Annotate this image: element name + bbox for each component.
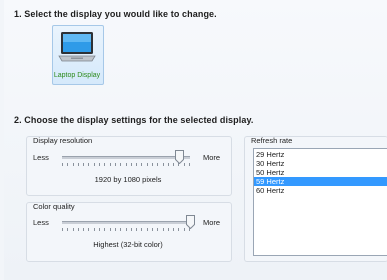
refresh-option-60[interactable]: 60 Hertz (254, 186, 387, 195)
color-quality-value: Highest (32-bit color) (93, 240, 163, 249)
slider-tick (83, 163, 84, 166)
refresh-option-30[interactable]: 30 Hertz (254, 159, 387, 168)
color-quality-title: Color quality (33, 202, 75, 211)
color-less-label: Less (33, 218, 49, 227)
slider-tick (115, 163, 116, 166)
slider-tick (104, 163, 105, 166)
color-slider-track[interactable] (62, 221, 190, 224)
slider-tick (88, 163, 89, 166)
slider-tick (168, 163, 169, 166)
section-1-heading: 1. Select the display you would like to … (14, 9, 217, 19)
slider-tick (136, 163, 137, 166)
slider-tick (110, 163, 111, 166)
slider-tick (141, 228, 142, 231)
slider-tick (67, 228, 68, 231)
slider-tick (157, 228, 158, 231)
slider-tick (62, 163, 63, 166)
slider-tick (168, 228, 169, 231)
slider-tick (83, 228, 84, 231)
slider-tick (78, 163, 79, 166)
slider-tick (141, 163, 142, 166)
slider-tick (88, 228, 89, 231)
slider-tick (104, 228, 105, 231)
slider-tick (152, 163, 153, 166)
resolution-group: Display resolution (26, 136, 232, 196)
color-slider-ticks (62, 228, 190, 231)
section-2-heading: 2. Choose the display settings for the s… (14, 115, 254, 125)
resolution-less-label: Less (33, 153, 49, 162)
resolution-more-label: More (203, 153, 221, 162)
refresh-rate-list[interactable]: 29 Hertz 30 Hertz 50 Hertz 59 Hertz 60 H… (253, 148, 387, 256)
slider-tick (110, 228, 111, 231)
slider-tick (120, 163, 121, 166)
slider-tick (115, 228, 116, 231)
color-more-label: More (203, 218, 221, 227)
slider-tick (147, 228, 148, 231)
slider-tick (62, 228, 63, 231)
refresh-option-59[interactable]: 59 Hertz (254, 177, 387, 186)
slider-tick (131, 228, 132, 231)
refresh-option-50[interactable]: 50 Hertz (254, 168, 387, 177)
slider-tick (126, 163, 127, 166)
slider-tick (67, 163, 68, 166)
slider-tick (163, 228, 164, 231)
slider-tick (163, 163, 164, 166)
resolution-slider-thumb[interactable] (175, 150, 185, 164)
resolution-title: Display resolution (33, 136, 93, 145)
slider-tick (152, 228, 153, 231)
slider-tick (94, 228, 95, 231)
slider-tick (94, 163, 95, 166)
slider-tick (173, 228, 174, 231)
slider-tick (99, 163, 100, 166)
slider-tick (157, 163, 158, 166)
display-label: Laptop Display (53, 72, 101, 79)
refresh-rate-title: Refresh rate (251, 136, 293, 145)
slider-tick (99, 228, 100, 231)
slider-tick (136, 228, 137, 231)
color-quality-group: Color quality (26, 202, 232, 262)
laptop-icon (58, 32, 96, 62)
slider-tick (73, 228, 74, 231)
resolution-value: 1920 by 1080 pixels (94, 175, 162, 184)
slider-tick (126, 228, 127, 231)
slider-tick (189, 163, 190, 166)
refresh-option-29[interactable]: 29 Hertz (254, 150, 387, 159)
slider-tick (178, 228, 179, 231)
slider-tick (131, 163, 132, 166)
slider-tick (73, 163, 74, 166)
slider-tick (173, 163, 174, 166)
slider-tick (147, 163, 148, 166)
slider-tick (78, 228, 79, 231)
color-slider-thumb[interactable] (185, 215, 195, 229)
slider-tick (120, 228, 121, 231)
resolution-slider-track[interactable] (62, 156, 190, 159)
resolution-slider-ticks (62, 163, 190, 166)
